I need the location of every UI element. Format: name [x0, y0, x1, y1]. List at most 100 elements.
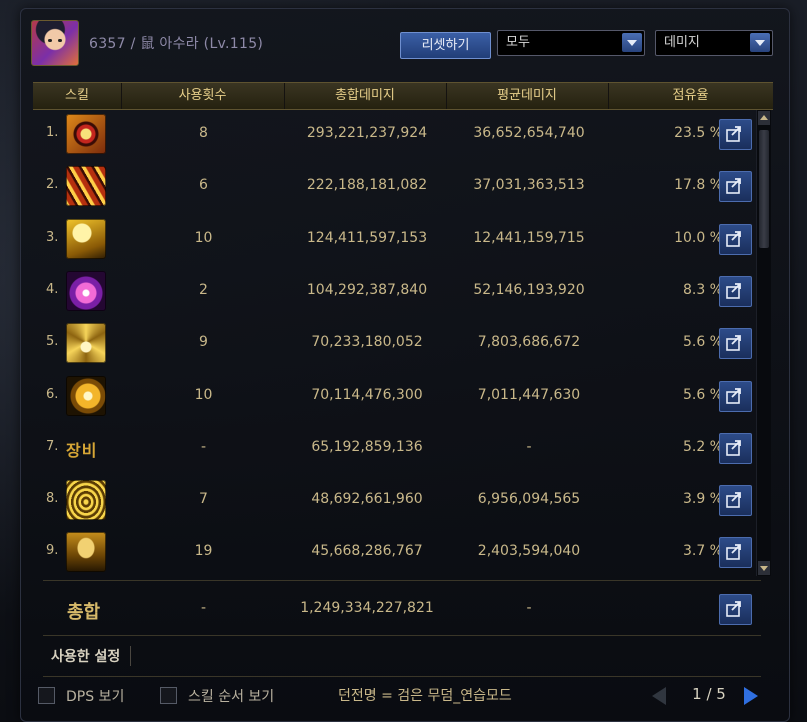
panel-header: 6357 / 鼠 아수라 (Lv.115) 리셋하기 모두 데미지 [31, 18, 776, 68]
table-row: 8. 7 48,692,661,960 6,956,094,565 3.9 % [33, 475, 753, 527]
column-header-avg-damage[interactable]: 평균데미지 [446, 83, 609, 109]
use-count: 6 [199, 177, 208, 194]
share-icon [726, 282, 741, 299]
scroll-thumb[interactable] [759, 130, 769, 248]
share-icon [726, 178, 741, 195]
prev-page-icon[interactable] [652, 687, 666, 705]
avg-damage: 6,956,094,565 [477, 491, 581, 508]
table-row: 3. 10 124,411,597,153 12,441,159,715 10.0 % [33, 214, 753, 266]
skill-order-checkbox-label[interactable]: 스킬 순서 보기 [188, 686, 274, 706]
total-damage: 45,668,286,767 [311, 543, 423, 560]
skill-rank: 8. [46, 491, 59, 507]
stat-type-dropdown[interactable]: 데미지 [655, 30, 773, 56]
character-avatar [31, 20, 79, 66]
dps-checkbox-label[interactable]: DPS 보기 [66, 686, 124, 706]
table-scrollbar[interactable] [756, 110, 771, 576]
share-icon [726, 230, 741, 247]
damage-share: 10.0 % [674, 229, 723, 246]
avg-damage: 7,011,447,630 [477, 386, 581, 403]
chevron-down-icon[interactable] [750, 33, 770, 52]
total-damage: 104,292,387,840 [306, 281, 428, 298]
avg-damage: 2,403,594,040 [477, 543, 581, 560]
reset-button[interactable]: 리셋하기 [400, 32, 491, 59]
share-button[interactable] [719, 594, 752, 625]
use-count: 19 [194, 543, 213, 560]
skill-order-checkbox[interactable] [160, 687, 177, 704]
share-button[interactable] [719, 432, 752, 464]
total-count: - [200, 600, 207, 616]
share-button[interactable] [719, 328, 752, 360]
use-count: - [200, 438, 207, 455]
lightning-cloud-skill-icon [66, 218, 106, 259]
dps-checkbox[interactable] [38, 687, 55, 704]
total-damage: 124,411,597,153 [306, 229, 428, 246]
chevron-down-icon[interactable] [622, 33, 642, 52]
table-row: 7. 장비 - 65,192,859,136 - 5.2 % [33, 423, 753, 475]
skill-rank: 3. [46, 229, 59, 245]
claw-slash-skill-icon [66, 166, 106, 207]
divider [43, 635, 761, 636]
damage-share: 8.3 % [682, 281, 723, 298]
used-settings-bar: 사용한 설정 [43, 639, 761, 671]
skill-rank: 2. [46, 177, 59, 193]
share-button[interactable] [719, 485, 752, 517]
total-damage: 65,192,859,136 [311, 438, 423, 455]
table-row: 6. 10 70,114,476,300 7,011,447,630 5.6 % [33, 371, 753, 423]
share-button[interactable] [719, 223, 752, 255]
share-icon [726, 601, 741, 617]
share-icon [726, 544, 741, 561]
whirlwind-skill-icon [66, 480, 106, 521]
table-row: 2. 6 222,188,181,082 37,031,363,513 17.8 % [33, 161, 753, 213]
column-header-count[interactable]: 사용횟수 [121, 83, 285, 109]
use-count: 9 [199, 334, 208, 351]
total-damage: 1,249,334,227,821 [300, 600, 434, 616]
share-icon [726, 335, 741, 351]
damage-share: 5.6 % [682, 386, 723, 403]
avg-damage: 52,146,193,920 [473, 281, 585, 298]
scroll-down-arrow-icon[interactable] [758, 561, 770, 575]
share-button[interactable] [719, 275, 752, 307]
damage-share: 17.8 % [674, 177, 723, 194]
next-page-icon[interactable] [744, 687, 758, 705]
share-icon [726, 439, 741, 456]
share-button[interactable] [719, 171, 752, 203]
dungeon-name: 던전명 = 검은 무덤_연습모드 [338, 688, 512, 704]
used-settings-label: 사용한 설정 [51, 646, 132, 666]
skill-damage-table: 스킬 사용횟수 총합데미지 평균데미지 점유율 1. 8 293,221,237,9… [33, 82, 773, 577]
skill-rank: 6. [46, 386, 59, 402]
player-name: 6357 / 鼠 아수라 (Lv.115) [89, 36, 264, 52]
warrior-stance-skill-icon [66, 532, 106, 573]
filter-dropdown-value: 모두 [506, 35, 530, 50]
share-button[interactable] [719, 119, 752, 150]
use-count: 8 [199, 125, 208, 141]
avg-damage: 7,803,686,672 [477, 334, 581, 351]
damage-share: 3.7 % [682, 543, 723, 560]
skill-rank: 9. [46, 543, 59, 559]
skill-rank: 1. [46, 125, 59, 140]
use-count: 7 [199, 491, 208, 508]
share-button[interactable] [719, 380, 752, 412]
damage-share: 3.9 % [682, 491, 723, 508]
total-damage: 293,221,237,924 [306, 125, 428, 141]
avg-damage: 37,031,363,513 [473, 177, 585, 194]
skill-rank: 5. [46, 334, 59, 350]
column-header-share[interactable]: 점유율 [608, 83, 773, 109]
avg-damage: 12,441,159,715 [473, 229, 585, 246]
table-header: 스킬 사용횟수 총합데미지 평균데미지 점유율 [33, 82, 773, 110]
skill-rank: 7. [46, 438, 59, 454]
avg-damage: - [526, 438, 532, 455]
total-damage: 70,114,476,300 [311, 386, 423, 403]
footer: DPS 보기 스킬 순서 보기 던전명 = 검은 무덤_연습모드 1 / 5 [36, 684, 776, 714]
scroll-up-arrow-icon[interactable] [758, 111, 770, 125]
share-button[interactable] [719, 537, 752, 569]
column-header-skill[interactable]: 스킬 [33, 83, 122, 109]
total-row: 총합 - 1,249,334,227,821 - [33, 584, 773, 636]
total-damage: 48,692,661,960 [311, 491, 423, 508]
avg-damage: 36,652,654,740 [473, 125, 585, 141]
divider [43, 580, 761, 581]
stat-type-dropdown-value: 데미지 [664, 35, 700, 50]
table-row: 4. 2 104,292,387,840 52,146,193,920 8.3 % [33, 266, 753, 318]
page-indicator: 1 / 5 [692, 685, 726, 703]
filter-dropdown[interactable]: 모두 [497, 30, 645, 56]
column-header-total-damage[interactable]: 총합데미지 [284, 83, 447, 109]
